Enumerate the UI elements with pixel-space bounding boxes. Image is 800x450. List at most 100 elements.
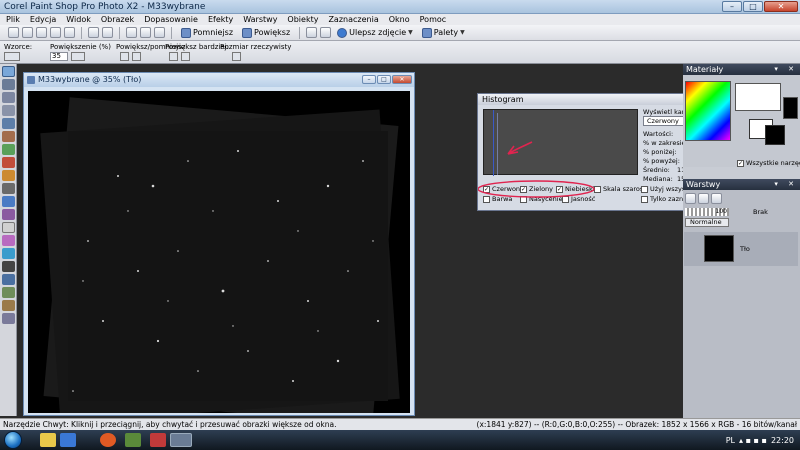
red-eye-tool-icon[interactable] <box>2 157 15 168</box>
layer-options-icon[interactable] <box>698 193 709 204</box>
checkbox-saturation[interactable]: Nasycenie <box>520 195 563 203</box>
smart-fix-icon[interactable] <box>320 27 332 38</box>
airbrush-icon[interactable] <box>2 209 15 220</box>
menu-file[interactable]: Plik <box>6 14 20 25</box>
zoom-out-small-icon[interactable] <box>132 52 141 61</box>
minimize-button[interactable]: – <box>722 1 742 12</box>
menu-edit[interactable]: Edycja <box>30 14 56 25</box>
image-info-icon[interactable] <box>154 27 165 38</box>
image-window-titlebar[interactable]: M33wybrane @ 35% (Tło) – □ ✕ <box>24 73 414 87</box>
palettes-button[interactable]: Palety ▼ <box>419 27 468 38</box>
presets-label: Wzorce: <box>4 43 33 51</box>
color-spectrum[interactable] <box>685 81 731 141</box>
preset-shape-icon[interactable] <box>2 274 15 285</box>
menu-selections[interactable]: Zaznaczenia <box>328 14 378 25</box>
clone-tool-icon[interactable] <box>2 183 15 194</box>
all-tools-checkbox[interactable]: ✓ Wszystkie narzędzia <box>737 159 800 167</box>
mesh-warp-icon[interactable] <box>2 313 15 324</box>
language-indicator[interactable]: PL <box>726 436 735 445</box>
app-icon[interactable] <box>125 433 141 447</box>
menu-view[interactable]: Widok <box>66 14 91 25</box>
pan-tool-icon[interactable] <box>2 66 15 77</box>
foreground-swatch-large[interactable] <box>735 83 781 111</box>
zoom-more-in-icon[interactable] <box>169 52 178 61</box>
enhance-photo-label: Ulepsz zdjęcie <box>349 28 407 37</box>
checkbox-blue[interactable]: ✓ Niebieski <box>556 185 595 193</box>
redo-icon[interactable] <box>102 27 113 38</box>
delete-layer-icon[interactable] <box>711 193 722 204</box>
save-icon[interactable] <box>50 27 61 38</box>
firefox-icon[interactable] <box>100 433 116 447</box>
image-maximize-button[interactable]: □ <box>377 75 391 84</box>
one-step-fix-icon[interactable] <box>306 27 318 38</box>
checkbox-hue[interactable]: Barwa <box>483 195 512 203</box>
zoom-out-button[interactable]: Pomniejsz <box>178 27 236 38</box>
actual-size-icon[interactable] <box>232 52 241 61</box>
zoom-spinner[interactable] <box>71 52 85 61</box>
menu-objects[interactable]: Obiekty <box>287 14 318 25</box>
layers-toolbar <box>685 193 722 204</box>
zoom-more-out-icon[interactable] <box>181 52 190 61</box>
dropper-tool-icon[interactable] <box>2 118 15 129</box>
explorer-icon[interactable] <box>40 433 56 447</box>
copy-icon[interactable] <box>126 27 137 38</box>
pick-tool-icon[interactable] <box>2 92 15 103</box>
blend-mode-select[interactable]: Normalne <box>685 218 729 227</box>
menu-window[interactable]: Okno <box>389 14 410 25</box>
checkbox-green[interactable]: ✓ Zielony <box>520 185 553 193</box>
opacity-slider[interactable]: 100 <box>685 208 729 216</box>
paint-brush-icon[interactable] <box>2 196 15 207</box>
text-tool-icon[interactable] <box>2 261 15 272</box>
menu-image[interactable]: Obrazek <box>101 14 134 25</box>
image-close-button[interactable]: ✕ <box>392 75 412 84</box>
layer-thumbnail <box>704 235 734 262</box>
checkbox-box <box>562 195 569 203</box>
mean-label: Średnio: <box>643 166 670 174</box>
checkbox-lightness[interactable]: Jasność <box>562 195 595 203</box>
new-file-icon[interactable] <box>8 27 19 38</box>
browser-icon[interactable] <box>60 433 76 447</box>
menu-effects[interactable]: Efekty <box>208 14 233 25</box>
app-icon[interactable] <box>150 433 166 447</box>
lighten-darken-icon[interactable] <box>2 235 15 246</box>
background-swatch-large[interactable] <box>783 97 798 119</box>
toolbar-separator <box>119 26 120 39</box>
image-minimize-button[interactable]: – <box>362 75 376 84</box>
warp-brush-icon[interactable] <box>2 300 15 311</box>
zoom-percent-input[interactable]: 35 <box>50 52 68 61</box>
paint-shop-pro-task[interactable] <box>170 433 192 447</box>
menu-help[interactable]: Pomoc <box>420 14 447 25</box>
menu-adjust[interactable]: Dopasowanie <box>144 14 198 25</box>
open-file-icon[interactable] <box>22 27 33 38</box>
pen-tool-icon[interactable] <box>2 287 15 298</box>
checkbox-red[interactable]: ✓ Czerwony <box>483 185 524 193</box>
paste-icon[interactable] <box>140 27 151 38</box>
new-layer-icon[interactable] <box>685 193 696 204</box>
close-button[interactable]: ✕ <box>764 1 798 12</box>
zoom-in-small-icon[interactable] <box>120 52 129 61</box>
crop-tool-icon[interactable] <box>2 131 15 142</box>
straighten-tool-icon[interactable] <box>2 144 15 155</box>
clock[interactable]: 22:20 <box>771 436 794 445</box>
zoom-tool-icon[interactable] <box>2 79 15 90</box>
browse-icon[interactable] <box>36 27 47 38</box>
menu-layers[interactable]: Warstwy <box>243 14 277 25</box>
selection-tool-icon[interactable] <box>2 105 15 116</box>
status-hint: Narzędzie Chwyt: Kliknij i przeciągnij, … <box>3 420 337 429</box>
image-window-title: M33wybrane @ 35% (Tło) <box>38 75 142 84</box>
zoom-in-button[interactable]: Powiększ <box>239 27 293 38</box>
maximize-button[interactable]: □ <box>743 1 763 12</box>
background-color[interactable] <box>765 125 785 145</box>
presets-dropdown[interactable] <box>4 52 20 61</box>
eraser-icon[interactable] <box>2 222 15 233</box>
layer-row[interactable]: Tło <box>684 232 798 266</box>
flood-fill-icon[interactable] <box>2 248 15 259</box>
undo-icon[interactable] <box>88 27 99 38</box>
image-canvas[interactable] <box>28 91 410 413</box>
makeover-tool-icon[interactable] <box>2 170 15 181</box>
enhance-photo-button[interactable]: Ulepsz zdjęcie ▼ <box>334 27 416 38</box>
materials-panel-title: Materiały ▾ ✕ <box>683 64 800 75</box>
system-tray: PL ▴ ▪ ▪ ▪ 22:20 <box>726 430 794 450</box>
print-icon[interactable] <box>64 27 75 38</box>
start-button[interactable] <box>4 431 22 449</box>
